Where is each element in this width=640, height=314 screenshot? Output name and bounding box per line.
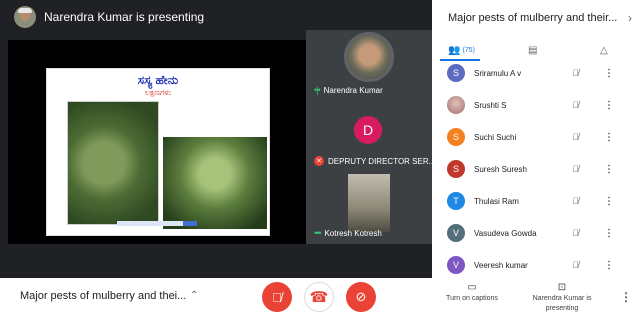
participant-avatar: S [447,64,465,82]
camera-toggle-button[interactable]: ⊘ [346,282,376,312]
more-options-icon[interactable]: ⋮ [604,132,614,143]
speaking-indicator-icon: •|• [314,85,321,95]
tile-camera-feed [348,174,390,232]
participant-name: Vasudeva Gowda [474,228,537,238]
speaking-indicator-icon: ••• [314,228,322,238]
more-options-icon[interactable]: ⋮ [604,260,614,271]
activities-icon: △ [600,44,608,56]
participant-avatar: V [447,224,465,242]
tab-people[interactable]: 👥 (75) [448,40,475,60]
tab-underline [440,59,480,61]
chevron-up-icon[interactable]: ⌃ [190,290,198,301]
slide-leaf-photo [67,101,159,225]
participant-tiles: •|• Narendra Kumar D ✕ DEPRUTY DIRECTOR SE… [306,30,436,244]
meeting-stage: Narendra Kumar is presenting ಸಸ್ಯ ಹೇನು ಲ… [0,0,436,278]
shared-slide: ಸಸ್ಯ ಹೇನು ಲಕ್ಷಣಗಳು [46,68,270,236]
mic-off-icon: 🎙̸ [572,260,579,270]
panel-tabs: 👥 (75) ▤ △ [432,40,640,61]
tile-kotresh[interactable]: ••• Kotresh Kotresh [306,172,432,244]
more-options-icon[interactable]: ⋮ [604,228,614,239]
mic-off-icon: 🎙̸ [272,289,282,305]
slide-shoot-photo [163,137,267,229]
presenter-bar: Narendra Kumar is presenting [14,6,204,28]
more-options-icon[interactable]: ⋮ [604,68,614,79]
presenter-label: Narendra Kumar is presenting [44,10,205,24]
tile-name: Narendra Kumar [323,85,383,95]
tile-letter-avatar: D [354,116,382,144]
mic-off-icon: ✕ [314,156,324,166]
tile-narendra[interactable]: •|• Narendra Kumar [306,30,432,102]
slide-subtitle: ಲಕ್ಷಣಗಳು [144,88,172,97]
people-icon: 👥 [448,44,461,56]
slide-footer-strip [117,221,197,226]
panel-title: Major pests of mulberry and their... [448,12,618,24]
mic-off-icon: 🎙̸ [572,228,579,238]
mic-toggle-button[interactable]: 🎙̸ [262,282,292,312]
participant-avatar: S [447,160,465,178]
chevron-right-icon[interactable]: › [628,11,632,25]
participant-avatar: V [447,256,465,274]
participant-name: Veeresh kumar [474,260,528,270]
tile-name: Kotresh Kotresh [324,228,382,238]
participant-name: Srushti S [474,100,507,110]
participant-name: Suresh Suresh [474,164,527,174]
participant-name: Sriramulu A v [474,68,522,78]
more-options-icon[interactable]: ⋮ [620,290,632,304]
more-options-icon[interactable]: ⋮ [604,100,614,111]
list-item[interactable]: V Veeresh kumar 🎙̸ ⋮ [432,254,640,276]
camera-off-icon: ⊘ [355,289,367,304]
list-item[interactable]: S Sriramulu A v 🎙̸ ⋮ [432,62,640,84]
captions-label: Turn on captions [446,295,498,302]
participant-avatar [447,96,465,114]
leave-call-button[interactable]: ☎ [304,282,334,312]
captions-button[interactable]: ▭ Turn on captions [436,282,508,304]
list-item[interactable]: V Vasudeva Gowda 🎙̸ ⋮ [432,222,640,244]
more-options-icon[interactable]: ⋮ [604,196,614,207]
participant-name: Thulasi Ram [474,196,519,206]
tile-deputy-director[interactable]: D ✕ DEPRUTY DIRECTOR SER... [306,110,436,172]
hangup-icon: ☎ [309,289,329,306]
participant-name: Suchi Suchi [474,132,517,142]
mic-off-icon: 🎙̸ [572,100,579,110]
participant-avatar: S [447,128,465,146]
tile-name: DEPRUTY DIRECTOR SER... [328,156,436,166]
list-item[interactable]: S Suresh Suresh 🎙̸ ⋮ [432,158,640,180]
present-label: Narendra Kumar is presenting [532,295,592,312]
list-item[interactable]: Srushti S 🎙̸ ⋮ [432,94,640,116]
tab-chat[interactable]: ▤ [528,40,537,60]
list-item[interactable]: S Suchi Suchi 🎙̸ ⋮ [432,126,640,148]
presenter-avatar [14,6,36,28]
people-count: (75) [462,46,475,54]
tile-avatar [344,32,394,82]
meeting-title[interactable]: Major pests of mulberry and thei... [20,290,186,302]
more-options-icon[interactable]: ⋮ [604,164,614,175]
mic-off-icon: 🎙̸ [572,196,579,206]
present-button[interactable]: ⊡ Narendra Kumar is presenting [526,282,598,314]
tab-activities[interactable]: △ [600,40,608,60]
chat-icon: ▤ [528,44,538,56]
bottom-bar: Major pests of mulberry and thei... ⌃ 🎙̸… [0,278,640,314]
captions-icon: ▭ [467,282,477,293]
mic-off-icon: 🎙̸ [572,132,579,142]
mic-off-icon: 🎙̸ [572,164,579,174]
side-panel: Major pests of mulberry and their... › 👥… [432,0,640,278]
mic-off-icon: 🎙̸ [572,68,579,78]
slide-title: ಸಸ್ಯ ಹೇನು [137,73,179,87]
list-item[interactable]: T Thulasi Ram 🎙̸ ⋮ [432,190,640,212]
present-icon: ⊡ [557,282,567,293]
participant-avatar: T [447,192,465,210]
